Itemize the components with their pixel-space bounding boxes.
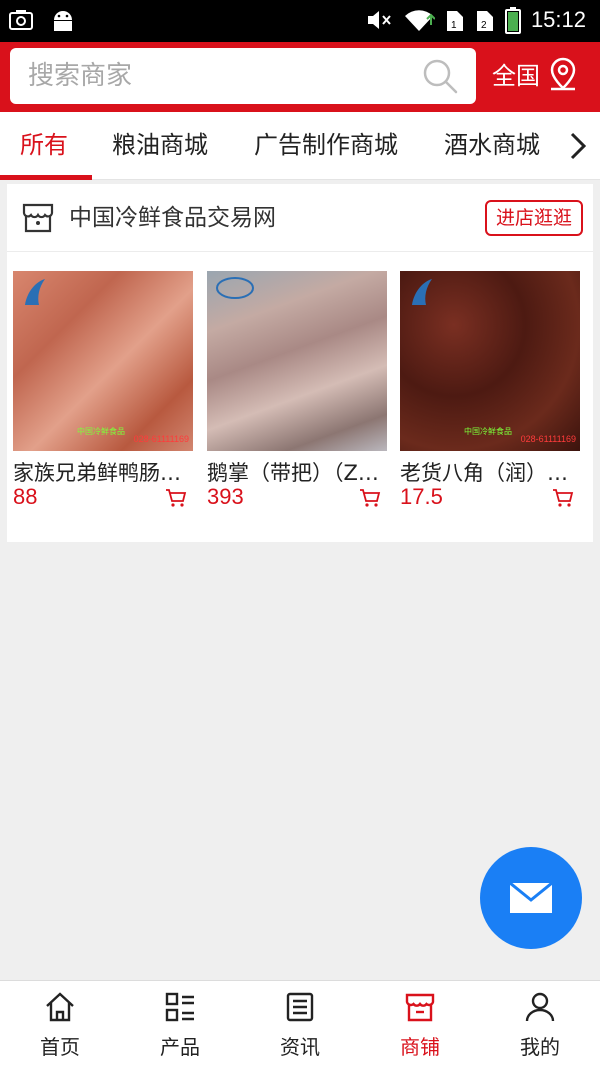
image-watermark: 中国冷鲜食品 bbox=[77, 427, 125, 436]
tab-all[interactable]: 所有 bbox=[20, 112, 68, 180]
product-name: 老货八角（润）… bbox=[400, 461, 568, 485]
region-selector[interactable]: 全国 bbox=[492, 56, 578, 91]
nav-products-label: 产品 bbox=[160, 1035, 200, 1059]
tab-advertising[interactable]: 广告制作商城 bbox=[254, 112, 398, 180]
tab-liquor[interactable]: 酒水商城 bbox=[444, 112, 540, 180]
region-label: 全国 bbox=[492, 62, 540, 90]
nav-home-label: 首页 bbox=[40, 1035, 80, 1059]
bottom-nav: 首页 产品 资讯 商铺 我的 bbox=[0, 980, 600, 1067]
user-icon bbox=[525, 992, 555, 1022]
svg-text:2: 2 bbox=[481, 20, 487, 31]
search-input[interactable] bbox=[10, 61, 420, 91]
product-name: 鹅掌（带把）（Z… bbox=[207, 461, 379, 485]
product-card[interactable]: 中国冷鲜食品 028-61111169 家族兄弟鲜鸭肠… 88 bbox=[13, 271, 193, 509]
home-icon bbox=[46, 992, 74, 1022]
nav-mine[interactable]: 我的 bbox=[480, 981, 600, 1067]
grid-list-icon bbox=[165, 992, 194, 1022]
wifi-icon bbox=[404, 10, 435, 32]
product-price: 17.5 bbox=[400, 484, 443, 509]
brand-logo bbox=[25, 279, 45, 305]
product-image[interactable] bbox=[207, 271, 387, 451]
search-box[interactable] bbox=[10, 48, 476, 104]
product-name: 家族兄弟鲜鸭肠… bbox=[13, 461, 181, 485]
product-image[interactable]: 中国冷鲜食品 028-61111169 bbox=[13, 271, 193, 451]
product-card[interactable]: 中国冷鲜食品 028-61111169 老货八角（润）… 17.5 bbox=[400, 271, 580, 509]
nav-shops[interactable]: 商铺 bbox=[360, 981, 480, 1067]
news-icon bbox=[286, 992, 314, 1022]
nav-news-label: 资讯 bbox=[280, 1035, 320, 1059]
sim-1-icon: 1 bbox=[446, 11, 463, 31]
nav-mine-label: 我的 bbox=[520, 1035, 560, 1059]
product-image[interactable]: 中国冷鲜食品 028-61111169 bbox=[400, 271, 580, 451]
app-header: 全国 bbox=[0, 42, 600, 112]
active-tab-indicator bbox=[0, 175, 92, 180]
message-button[interactable] bbox=[480, 847, 582, 949]
status-bar: 1 2 15:12 bbox=[0, 0, 600, 42]
nav-products[interactable]: 产品 bbox=[120, 981, 240, 1067]
category-tabs: 所有 粮油商城 广告制作商城 酒水商城 bbox=[0, 112, 600, 180]
screenshot-icon bbox=[9, 10, 33, 30]
product-price: 393 bbox=[207, 484, 244, 509]
store-name: 中国冷鲜食品交易网 bbox=[69, 205, 276, 231]
envelope-icon bbox=[509, 882, 553, 913]
location-pin-icon bbox=[550, 57, 576, 90]
brand-logo bbox=[412, 279, 432, 305]
nav-home[interactable]: 首页 bbox=[0, 981, 120, 1067]
shop-icon bbox=[405, 993, 435, 1022]
nav-shops-label: 商铺 bbox=[400, 1035, 440, 1059]
product-card[interactable]: 鹅掌（带把）（Z… 393 bbox=[207, 271, 387, 509]
cart-icon[interactable] bbox=[165, 488, 187, 508]
cart-icon[interactable] bbox=[552, 488, 574, 508]
image-phone: 028-61111169 bbox=[520, 434, 576, 444]
status-time: 15:12 bbox=[530, 7, 586, 32]
nav-news[interactable]: 资讯 bbox=[240, 981, 360, 1067]
chevron-right-icon[interactable] bbox=[566, 130, 590, 162]
image-phone: 028-61111169 bbox=[133, 434, 189, 444]
cart-icon[interactable] bbox=[359, 488, 381, 508]
status-right-icons: 1 2 15:12 bbox=[365, 6, 586, 34]
enter-store-button[interactable]: 进店逛逛 bbox=[485, 200, 583, 236]
product-price: 88 bbox=[13, 484, 38, 509]
brand-logo bbox=[216, 277, 254, 299]
battery-icon bbox=[504, 7, 521, 34]
image-watermark: 中国冷鲜食品 bbox=[464, 427, 512, 436]
tab-grain-oil[interactable]: 粮油商城 bbox=[112, 112, 208, 180]
svg-text:1: 1 bbox=[451, 20, 457, 31]
search-icon[interactable] bbox=[420, 56, 460, 96]
status-left-icons bbox=[8, 8, 76, 34]
mute-icon bbox=[367, 11, 391, 29]
store-card: 中国冷鲜食品交易网 进店逛逛 中国冷鲜食品 028-61111169 家族兄弟鲜… bbox=[7, 184, 593, 542]
android-icon bbox=[54, 11, 72, 31]
sim-2-icon: 2 bbox=[476, 11, 493, 31]
store-header: 中国冷鲜食品交易网 进店逛逛 bbox=[7, 184, 593, 252]
store-icon bbox=[22, 203, 54, 233]
